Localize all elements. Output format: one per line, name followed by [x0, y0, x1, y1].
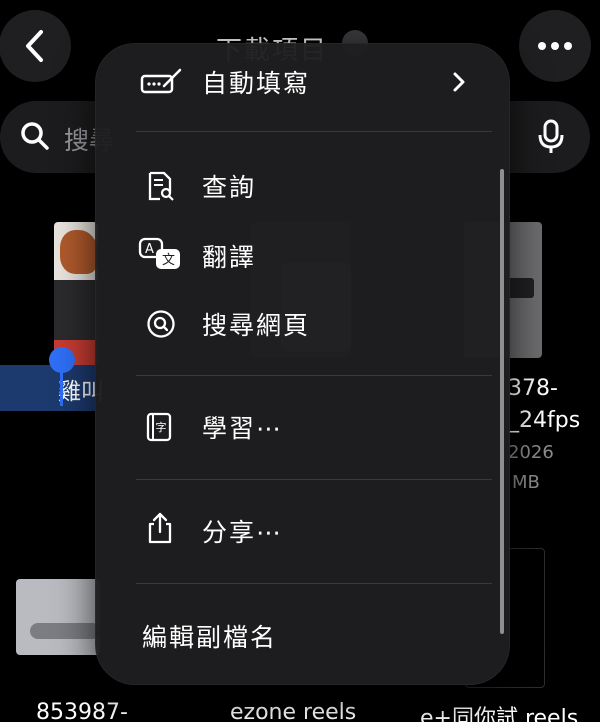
- menu-item-label: 分享⋯: [202, 518, 284, 547]
- search-icon: [20, 121, 50, 155]
- menu-item-translate[interactable]: A 文 翻譯: [96, 225, 509, 285]
- file-name: _24fps: [508, 408, 581, 433]
- menu-divider: [136, 375, 492, 376]
- file-name: 853987-: [36, 700, 128, 722]
- menu-item-edit-extension[interactable]: 編輯副檔名: [96, 605, 509, 665]
- menu-scrollbar[interactable]: [500, 169, 504, 634]
- mic-icon[interactable]: [537, 119, 565, 159]
- context-menu: 自動填寫 查詢 A 文 翻譯 搜尋網頁 字 學習⋯ 分享⋯ 編輯副檔名: [95, 43, 510, 685]
- menu-divider: [136, 583, 492, 584]
- rooster-image: [60, 230, 98, 274]
- menu-item-label: 編輯副檔名: [142, 623, 278, 652]
- lookup-document-icon: [146, 171, 174, 201]
- web-search-icon: [146, 309, 175, 338]
- learn-book-icon: 字: [146, 412, 174, 442]
- thumbnail-content: [30, 623, 100, 639]
- menu-item-share[interactable]: 分享⋯: [96, 500, 509, 560]
- svg-text:字: 字: [156, 420, 167, 434]
- autofill-signature-icon: [140, 67, 182, 95]
- menu-item-label: 搜尋網頁: [202, 311, 311, 340]
- file-size: MB: [512, 472, 540, 493]
- screen: 下載項目 搜尋: [0, 0, 600, 722]
- share-icon: [146, 512, 174, 544]
- chevron-right-icon: [452, 71, 466, 97]
- ellipsis-icon: [538, 42, 572, 50]
- menu-item-web-search[interactable]: 搜尋網頁: [96, 293, 509, 353]
- file-date: 2026: [508, 442, 554, 463]
- menu-divider: [136, 479, 492, 480]
- menu-item-label: 翻譯: [202, 243, 257, 272]
- menu-item-autofill[interactable]: 自動填寫: [96, 51, 509, 111]
- menu-item-learn[interactable]: 字 學習⋯: [96, 396, 509, 456]
- file-name: 378-: [508, 376, 558, 401]
- back-button[interactable]: [0, 10, 71, 82]
- more-button[interactable]: [519, 10, 591, 82]
- menu-divider: [136, 131, 492, 132]
- file-name: e+同你試 reels: [420, 706, 579, 722]
- menu-item-label: 查詢: [202, 173, 257, 202]
- menu-item-label: 自動填寫: [202, 69, 311, 98]
- menu-item-label: 學習⋯: [202, 414, 284, 443]
- menu-item-lookup[interactable]: 查詢: [96, 155, 509, 215]
- chevron-left-icon: [26, 30, 43, 62]
- thumbnail-strip: [54, 280, 98, 340]
- selection-handle-knob[interactable]: [49, 347, 75, 373]
- svg-text:文: 文: [162, 253, 175, 268]
- svg-text:A: A: [145, 242, 154, 257]
- translate-icon: A 文: [138, 237, 180, 269]
- file-name: ezone reels: [230, 700, 357, 722]
- file-thumbnail[interactable]: [54, 222, 98, 366]
- file-thumbnail[interactable]: [16, 579, 100, 655]
